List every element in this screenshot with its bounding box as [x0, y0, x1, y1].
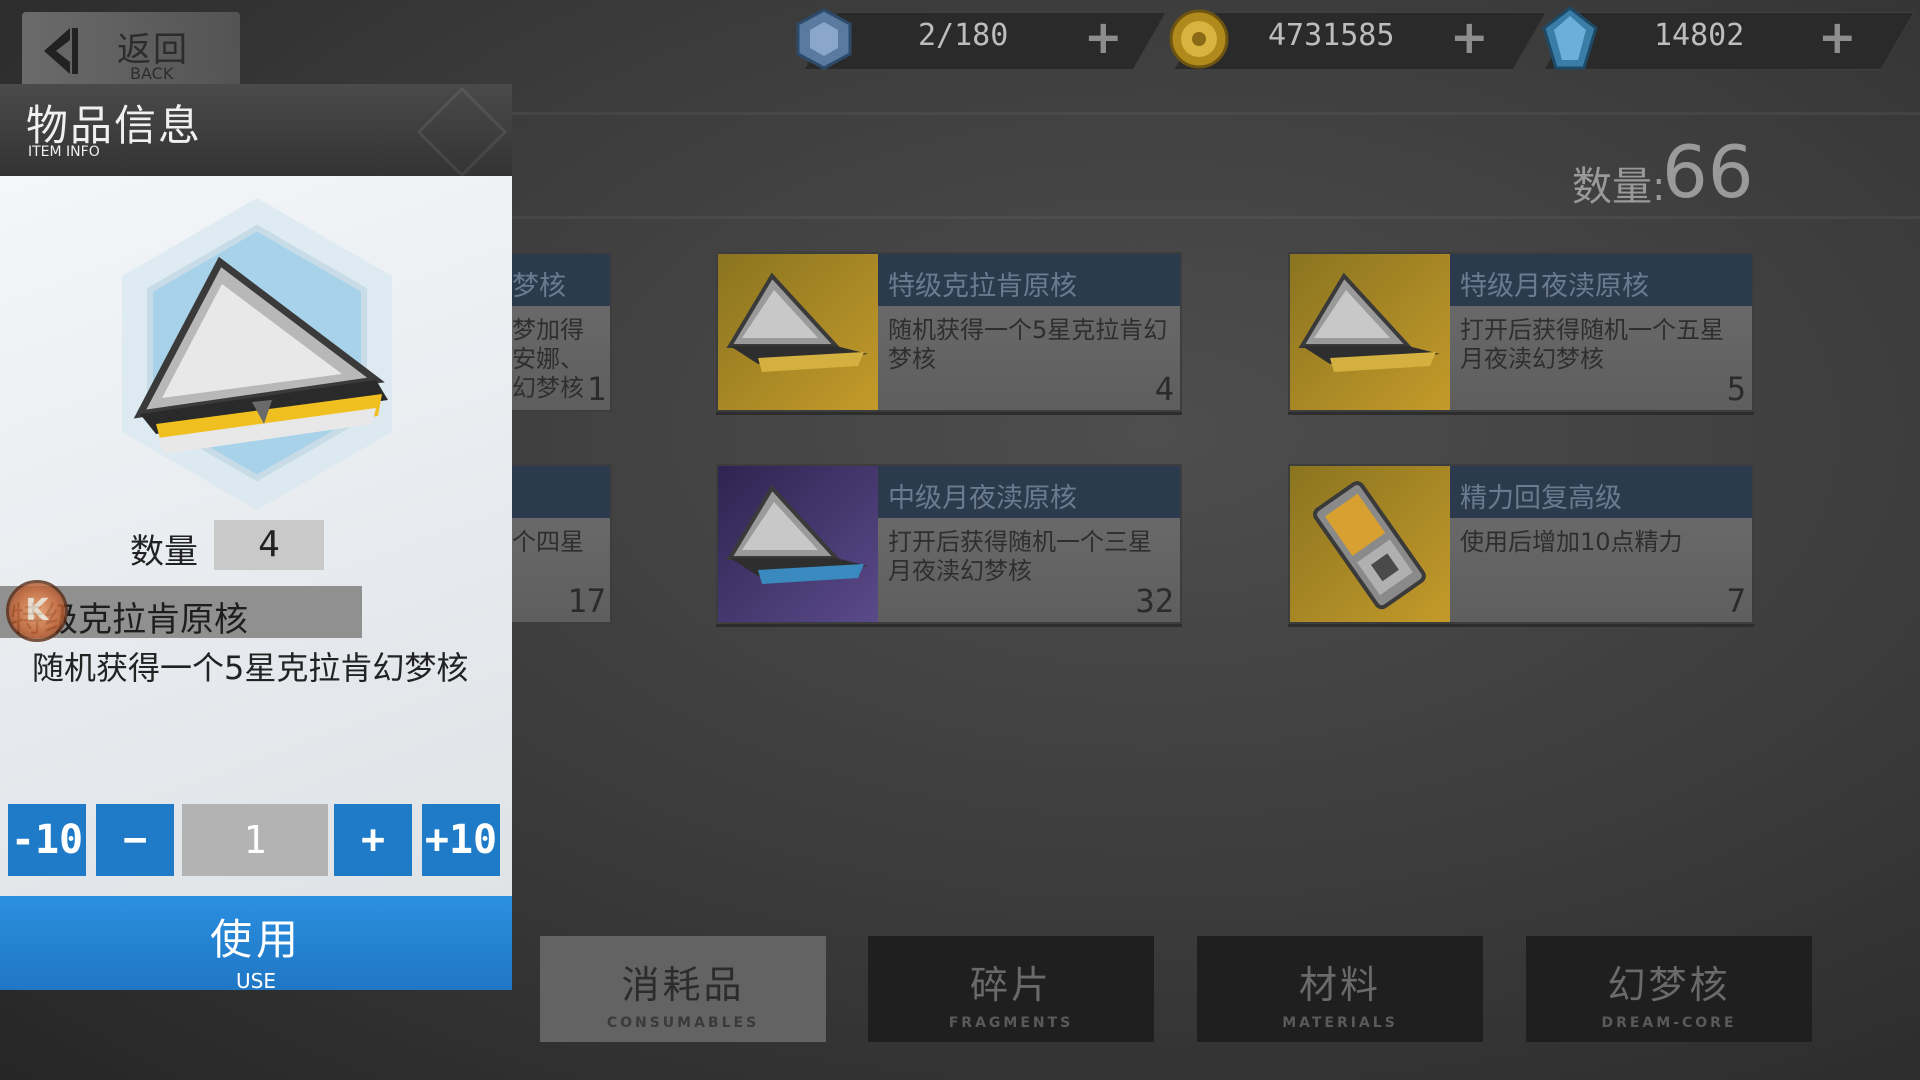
plus-10-label: +10: [424, 817, 498, 863]
special-core-large-icon: [122, 198, 392, 510]
total-quantity-value: 66: [1662, 130, 1754, 214]
item-title: 中级月夜渎原核: [888, 483, 1077, 514]
minus-1-button[interactable]: −: [96, 804, 174, 876]
stamina-value: 2/180: [918, 18, 1009, 53]
use-quantity-field[interactable]: 1: [182, 804, 328, 876]
tab-sublabel: FRAGMENTS: [948, 1015, 1074, 1031]
tab-sublabel: CONSUMABLES: [606, 1015, 760, 1031]
item-count: 5: [1726, 370, 1746, 408]
item-description: 个四星: [512, 528, 584, 556]
gold-coin-icon: [1169, 9, 1229, 69]
item-title: 精力回复高级: [1460, 483, 1622, 514]
item-title: 特级克拉肯原核: [888, 271, 1077, 302]
tab-materials[interactable]: 材料 MATERIALS: [1197, 936, 1483, 1042]
item-count: 1: [586, 370, 606, 408]
item-description: 梦加得 安娜、 幻梦核: [512, 316, 584, 402]
item-description: 使用后增加10点精力: [1460, 528, 1683, 556]
item-count: 4: [1154, 370, 1174, 408]
total-quantity-label: 数量:: [1572, 164, 1666, 210]
special-core-icon: [1290, 254, 1450, 410]
plus-10-button[interactable]: +10: [422, 804, 500, 876]
use-button[interactable]: 使用 USE: [0, 896, 512, 993]
item-description: 随机获得一个5星克拉肯幻梦核: [32, 649, 469, 687]
item-description: 随机获得一个5星克拉肯幻梦核: [888, 316, 1168, 373]
use-quantity-value: 1: [243, 818, 267, 862]
tab-label: 消耗品: [621, 963, 745, 1007]
rank-letter: K: [25, 593, 49, 628]
item-description: 打开后获得随机一个五星月夜渎幻梦核: [1460, 316, 1724, 373]
tab-consumables[interactable]: 消耗品 CONSUMABLES: [540, 936, 826, 1042]
item-count: 32: [1135, 582, 1174, 620]
gold-value: 4731585: [1268, 18, 1395, 53]
crystal-icon: [1542, 6, 1598, 70]
inventory-item-partial[interactable]: 个四星 17: [508, 464, 612, 624]
panel-subtitle: ITEM INFO: [28, 144, 100, 160]
item-description: 打开后获得随机一个三星月夜渎幻梦核: [888, 528, 1152, 585]
inventory-item-card[interactable]: 中级月夜渎原核 打开后获得随机一个三星月夜渎幻梦核 32: [716, 464, 1182, 624]
item-title: 梦核: [512, 271, 566, 302]
plus-1-label: +: [360, 817, 386, 863]
stamina-icon: [796, 8, 852, 70]
quantity-label: 数量: [130, 532, 198, 572]
gold-plus-button[interactable]: +: [1450, 10, 1489, 64]
tab-sublabel: MATERIALS: [1282, 1015, 1398, 1031]
inventory-item-partial[interactable]: 梦核 梦加得 安娜、 幻梦核 1: [508, 252, 612, 412]
minus-10-label: -10: [10, 817, 84, 863]
plus-1-button[interactable]: +: [334, 804, 412, 876]
inventory-item-card[interactable]: 特级克拉肯原核 随机获得一个5星克拉肯幻梦核 4: [716, 252, 1182, 412]
special-core-icon: [718, 254, 878, 410]
item-title: 特级月夜渎原核: [1460, 271, 1649, 302]
use-label: 使用: [209, 915, 302, 964]
crystal-value: 14802: [1654, 18, 1745, 53]
stamina-plus-button[interactable]: +: [1084, 10, 1123, 64]
rank-badge-icon: K: [6, 580, 68, 642]
minus-1-label: −: [122, 817, 148, 863]
use-sublabel: USE: [236, 969, 276, 993]
energy-battery-icon: [1290, 466, 1450, 622]
header-decoration: [416, 86, 508, 178]
item-count: 17: [567, 582, 606, 620]
inventory-item-card[interactable]: 精力回复高级 使用后增加10点精力 7: [1288, 464, 1754, 624]
minus-10-button[interactable]: -10: [8, 804, 86, 876]
tab-label: 材料: [1298, 963, 1381, 1007]
back-arrow-icon: [44, 28, 78, 74]
tab-sublabel: DREAM-CORE: [1601, 1015, 1737, 1031]
quantity-value: 4: [258, 524, 280, 565]
item-count: 7: [1726, 582, 1746, 620]
item-info-panel: 数量 4 特级克拉肯原核 K 随机获得一个5星克拉肯幻梦核 -10 − 1 + …: [0, 176, 512, 898]
back-button[interactable]: 返回 BACK: [22, 12, 240, 88]
tab-label: 碎片: [969, 963, 1052, 1007]
item-info-header: 物品信息 ITEM INFO: [0, 84, 512, 178]
mid-core-icon: [718, 466, 878, 622]
tab-dream-core[interactable]: 幻梦核 DREAM-CORE: [1526, 936, 1812, 1042]
crystal-plus-button[interactable]: +: [1818, 10, 1857, 64]
quantity-box: 4: [214, 520, 324, 570]
back-sublabel: BACK: [130, 64, 174, 83]
inventory-item-card[interactable]: 特级月夜渎原核 打开后获得随机一个五星月夜渎幻梦核 5: [1288, 252, 1754, 412]
tab-fragments[interactable]: 碎片 FRAGMENTS: [868, 936, 1154, 1042]
tab-label: 幻梦核: [1607, 963, 1731, 1007]
